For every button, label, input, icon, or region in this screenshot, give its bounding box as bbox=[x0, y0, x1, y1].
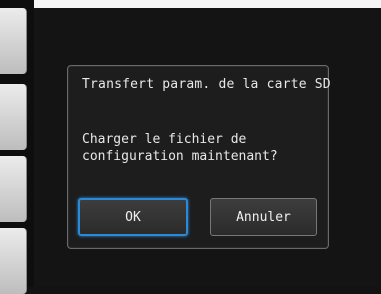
cancel-button[interactable]: Annuler bbox=[210, 198, 317, 236]
device-screen: Transfert param. de la carte SD Charger … bbox=[0, 0, 381, 294]
top-background-edge bbox=[34, 0, 381, 8]
side-tab-1[interactable] bbox=[0, 8, 27, 74]
side-tab-4[interactable] bbox=[0, 228, 27, 294]
sd-transfer-dialog: Transfert param. de la carte SD Charger … bbox=[67, 65, 331, 249]
dialog-title: Transfert param. de la carte SD bbox=[82, 77, 331, 92]
side-tab-2[interactable] bbox=[0, 84, 27, 150]
ok-button[interactable]: OK bbox=[78, 198, 188, 236]
dialog-message: Charger le fichier de configuration main… bbox=[82, 132, 278, 164]
side-tab-column bbox=[0, 0, 34, 294]
side-tab-3[interactable] bbox=[0, 156, 27, 222]
